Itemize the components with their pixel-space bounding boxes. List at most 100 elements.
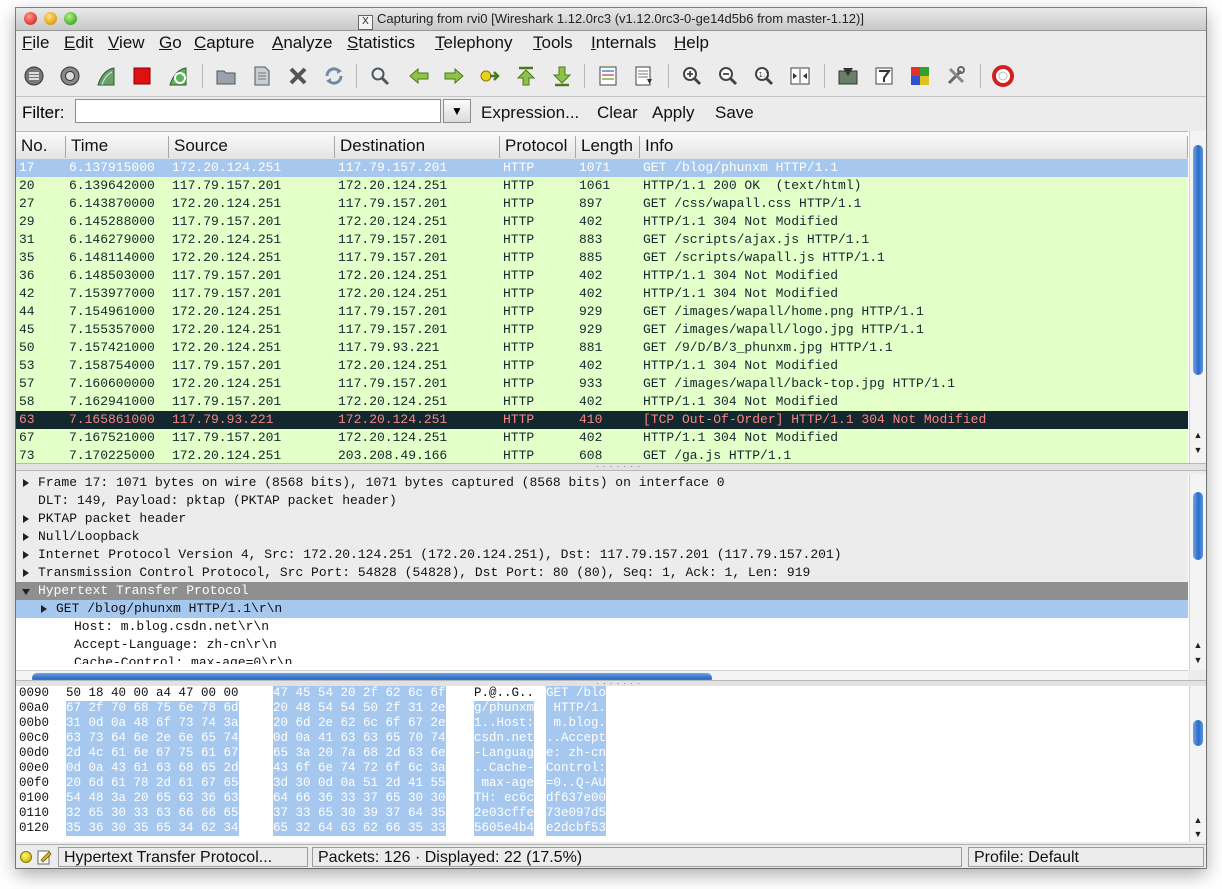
bytes-asc1-cell[interactable]: 5605e4b4: [474, 821, 535, 836]
packet-row[interactable]: 29 6.145288000 117.79.157.201 172.20.124.25…: [16, 213, 1188, 231]
status-profile[interactable]: Profile: Default: [968, 847, 1204, 867]
options-button[interactable]: [58, 64, 82, 88]
bytes-asc1-cell[interactable]: csdn.net: [474, 731, 535, 746]
bytes-hex1-cell[interactable]: 31 0d 0a 48 6f 73 74 3a: [66, 716, 239, 731]
bytes-asc2-cell[interactable]: m.blog.: [546, 716, 607, 731]
detail-tree-row[interactable]: DLT: 149, Payload: pktap (PKTAP packet h…: [16, 492, 1188, 510]
bytes-off-cell[interactable]: 00a0: [19, 701, 49, 716]
bytes-asc2-cell[interactable]: =0..Q-AU: [546, 776, 607, 791]
expanded-triangle-icon[interactable]: [22, 589, 30, 595]
save-file-button[interactable]: [250, 64, 274, 88]
detail-tree-row[interactable]: Frame 17: 1071 bytes on wire (8568 bits)…: [16, 474, 1188, 492]
packet-row[interactable]: 50 7.157421000 172.20.124.251 117.79.93.221…: [16, 339, 1188, 357]
bytes-hex2-cell[interactable]: 0d 0a 41 63 63 65 70 74: [273, 731, 446, 746]
column-header-source[interactable]: Source: [169, 136, 335, 158]
bytes-off-cell[interactable]: 00d0: [19, 746, 49, 761]
packet-row[interactable]: 53 7.158754000 117.79.157.201 172.20.124.25…: [16, 357, 1188, 375]
close-file-button[interactable]: [286, 64, 310, 88]
go-last-button[interactable]: [550, 64, 574, 88]
packet-row[interactable]: 35 6.148114000 172.20.124.251 117.79.157.20…: [16, 249, 1188, 267]
bytes-off-cell[interactable]: 0110: [19, 806, 49, 821]
column-header-time[interactable]: Time: [66, 136, 169, 158]
bytes-scroll-thumb[interactable]: [1193, 720, 1203, 746]
zoom-out-button[interactable]: [716, 64, 740, 88]
menu-edit[interactable]: Edit: [64, 33, 93, 53]
bytes-asc1-cell[interactable]: -Languag: [474, 746, 535, 761]
clear-filter-button[interactable]: Clear: [597, 103, 638, 123]
bytes-asc2-cell[interactable]: e2dcbf53: [546, 821, 607, 836]
detail-tree-row[interactable]: Null/Loopback: [16, 528, 1188, 546]
help-button[interactable]: [991, 64, 1015, 88]
bytes-asc2-cell[interactable]: GET /blo: [546, 686, 607, 701]
bytes-asc2-cell[interactable]: ..Accept: [546, 731, 607, 746]
stop-capture-button[interactable]: [130, 64, 154, 88]
packet-row[interactable]: 58 7.162941000 117.79.157.201 172.20.124.25…: [16, 393, 1188, 411]
detail-tree-row[interactable]: PKTAP packet header: [16, 510, 1188, 528]
menu-statistics[interactable]: Statistics: [347, 33, 415, 53]
detail-tree-row[interactable]: Internet Protocol Version 4, Src: 172.20…: [16, 546, 1188, 564]
find-packet-button[interactable]: [368, 64, 392, 88]
bytes-hex1-cell[interactable]: 50 18 40 00 a4 47 00 00: [66, 686, 239, 701]
scroll-down-arrow-icon[interactable]: ▼: [1190, 654, 1206, 666]
packet-row[interactable]: 44 7.154961000 172.20.124.251 117.79.157.20…: [16, 303, 1188, 321]
bytes-hex1-cell[interactable]: 20 6d 61 78 2d 61 67 65: [66, 776, 239, 791]
display-filter-input[interactable]: [75, 99, 441, 123]
zoom-in-button[interactable]: [680, 64, 704, 88]
bytes-asc1-cell[interactable]: 2e03cffe: [474, 806, 535, 821]
bytes-asc1-cell[interactable]: TH: ec6c: [474, 791, 535, 806]
capture-filters-button[interactable]: [836, 64, 860, 88]
menu-view[interactable]: View: [108, 33, 145, 53]
menu-telephony[interactable]: Telephony: [435, 33, 513, 53]
column-header-protocol[interactable]: Protocol: [500, 136, 576, 158]
restart-capture-button[interactable]: [166, 64, 190, 88]
bytes-off-cell[interactable]: 00c0: [19, 731, 49, 746]
bytes-off-cell[interactable]: 0120: [19, 821, 49, 836]
save-filter-button[interactable]: Save: [715, 103, 754, 123]
bytes-asc1-cell[interactable]: 1..Host:: [474, 716, 535, 731]
scroll-up-arrow-icon[interactable]: ▲: [1190, 814, 1206, 826]
display-filters-button[interactable]: [872, 64, 896, 88]
bytes-hex1-cell[interactable]: 2d 4c 61 6e 67 75 61 67: [66, 746, 239, 761]
packet-list-scroll-thumb[interactable]: [1193, 145, 1203, 375]
go-first-button[interactable]: [514, 64, 538, 88]
bytes-hex2-cell[interactable]: 47 45 54 20 2f 62 6c 6f: [273, 686, 446, 701]
bytes-off-cell[interactable]: 00e0: [19, 761, 49, 776]
bytes-off-cell[interactable]: 00b0: [19, 716, 49, 731]
bytes-hex1-cell[interactable]: 63 73 64 6e 2e 6e 65 74: [66, 731, 239, 746]
detail-tree-row[interactable]: GET /blog/phunxm HTTP/1.1\r\n: [16, 600, 1188, 618]
menu-tools[interactable]: Tools: [533, 33, 573, 53]
column-header-no[interactable]: No.: [16, 136, 66, 158]
collapsed-triangle-icon[interactable]: [23, 479, 29, 487]
collapsed-triangle-icon[interactable]: [41, 605, 47, 613]
column-header-length[interactable]: Length: [576, 136, 640, 158]
detail-tree-row[interactable]: Transmission Control Protocol, Src Port:…: [16, 564, 1188, 582]
reload-button[interactable]: [322, 64, 346, 88]
detail-tree-row[interactable]: Cache-Control: max-age=0\r\n: [16, 654, 1188, 664]
scroll-up-arrow-icon[interactable]: ▲: [1190, 639, 1206, 651]
bytes-hex2-cell[interactable]: 65 3a 20 7a 68 2d 63 6e: [273, 746, 446, 761]
packet-row[interactable]: 36 6.148503000 117.79.157.201 172.20.124.25…: [16, 267, 1188, 285]
scroll-down-arrow-icon[interactable]: ▼: [1190, 444, 1206, 456]
bytes-hex2-cell[interactable]: 37 33 65 30 39 37 64 35: [273, 806, 446, 821]
packet-row[interactable]: 57 7.160600000 172.20.124.251 117.79.157.20…: [16, 375, 1188, 393]
preferences-button[interactable]: [944, 64, 968, 88]
packet-row[interactable]: 45 7.155357000 172.20.124.251 117.79.157.20…: [16, 321, 1188, 339]
bytes-off-cell[interactable]: 00f0: [19, 776, 49, 791]
bytes-hex2-cell[interactable]: 65 32 64 63 62 66 35 33: [273, 821, 446, 836]
colorize-button[interactable]: [596, 64, 620, 88]
zoom-normal-button[interactable]: 1:1: [752, 64, 776, 88]
bytes-hex1-cell[interactable]: 35 36 30 35 65 34 62 34: [66, 821, 239, 836]
bytes-asc2-cell[interactable]: df637e00: [546, 791, 607, 806]
packet-row[interactable]: 42 7.153977000 117.79.157.201 172.20.124.25…: [16, 285, 1188, 303]
packet-row[interactable]: 67 7.167521000 117.79.157.201 172.20.124.25…: [16, 429, 1188, 447]
detail-tree-row[interactable]: Hypertext Transfer Protocol: [16, 582, 1188, 600]
bytes-asc1-cell[interactable]: P.@..G..: [474, 686, 534, 701]
bytes-hex1-cell[interactable]: 32 65 30 33 63 66 66 65: [66, 806, 239, 821]
bytes-asc1-cell[interactable]: g/phunxm: [474, 701, 535, 716]
pane-splitter-top[interactable]: · · · · · · ·: [16, 463, 1206, 471]
bytes-hex1-cell[interactable]: 54 48 3a 20 65 63 36 63: [66, 791, 239, 806]
detail-tree-row[interactable]: Accept-Language: zh-cn\r\n: [16, 636, 1188, 654]
capture-comment-icon[interactable]: [37, 849, 53, 865]
bytes-hex1-cell[interactable]: 0d 0a 43 61 63 68 65 2d: [66, 761, 239, 776]
menu-go[interactable]: Go: [159, 33, 182, 53]
